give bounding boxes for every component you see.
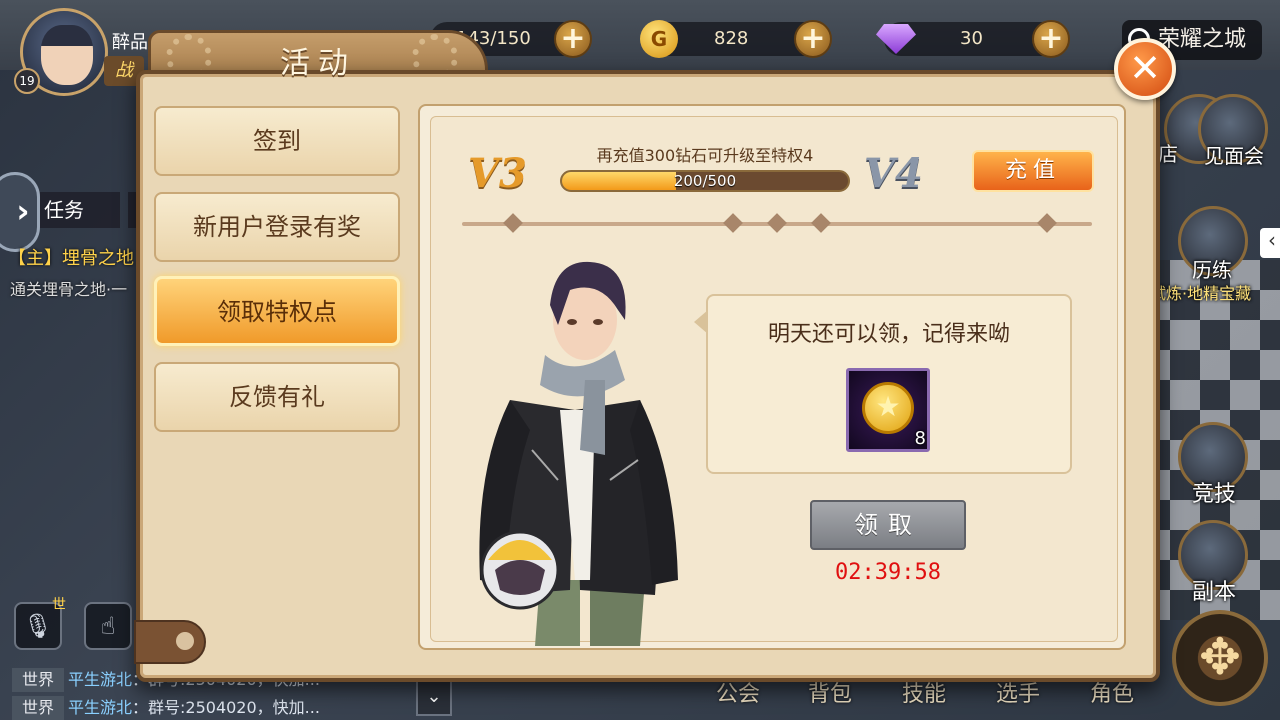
expand-left-panel-button[interactable]: ›	[0, 172, 40, 252]
player-name: 醉品	[112, 32, 148, 53]
chat-sender: 平生游北	[68, 698, 133, 717]
panel-title: 活动	[280, 46, 356, 81]
task-tab[interactable]: 任务	[40, 192, 120, 228]
add-stamina-button[interactable]: +	[554, 20, 592, 58]
shop-label: 店	[1158, 142, 1178, 166]
close-button[interactable]: ✕	[1114, 38, 1176, 100]
player-level-badge: 19	[14, 68, 40, 94]
avatar-portrait	[41, 25, 93, 85]
recharge-button[interactable]: 充值	[972, 150, 1094, 192]
dungeon-label: 副本	[1192, 580, 1237, 605]
quick-action-button[interactable]: ☝	[84, 602, 132, 650]
collapse-right-button[interactable]: ‹	[1260, 228, 1280, 258]
movement-joystick[interactable]: ✥	[1172, 610, 1268, 706]
world-channel-marker: 世	[52, 597, 66, 613]
chat-channel-tag: 世界	[12, 668, 64, 692]
claim-button[interactable]: 领取	[810, 500, 966, 550]
chat-sender: 平生游北	[68, 670, 133, 689]
vip-progress-text: 200/500	[673, 172, 737, 190]
training-label: 历练	[1192, 258, 1232, 282]
next-vip-level: V4	[864, 150, 923, 197]
tab-feedback-gift[interactable]: 反馈有礼	[154, 362, 400, 432]
current-vip-level: V3	[468, 150, 527, 197]
reward-message: 明天还可以领，记得来呦	[767, 322, 1010, 347]
panel-strap	[134, 620, 206, 664]
training-sub-label: 试炼·地精宝藏	[1150, 284, 1252, 303]
quest-title[interactable]: 【主】埋骨之地	[8, 244, 134, 270]
gold-coin-icon: G	[640, 20, 678, 58]
quest-description: 通关埋骨之地·一	[10, 280, 128, 299]
chat-message: ：群号:2504020，快加...	[132, 698, 320, 717]
tab-claim-privilege[interactable]: 领取特权点	[154, 276, 400, 346]
reward-quantity: 8	[914, 428, 926, 449]
add-gold-button[interactable]: +	[794, 20, 832, 58]
claim-countdown: 02:39:58	[835, 560, 941, 585]
character-illustration	[479, 261, 678, 646]
add-diamond-button[interactable]: +	[1032, 20, 1070, 58]
star-coin-icon: ★	[862, 382, 914, 434]
chat-channel-tag: 世界	[12, 696, 64, 720]
vip-upgrade-hint: 再充值300钻石可升级至特权4	[596, 146, 814, 165]
vip-progress-bar: 200/500	[560, 170, 850, 192]
strap-button-dot	[176, 632, 194, 650]
arena-label: 竞技	[1192, 482, 1237, 507]
tab-sign-in[interactable]: 签到	[154, 106, 400, 176]
meet-event-label: 见面会	[1204, 144, 1264, 168]
chat-line[interactable]: 世界平生游北：群号:2504020，快加...	[12, 696, 320, 720]
tab-new-user-login[interactable]: 新用户登录有奖	[154, 192, 400, 262]
expand-chat-button[interactable]: ⌄	[416, 680, 452, 716]
